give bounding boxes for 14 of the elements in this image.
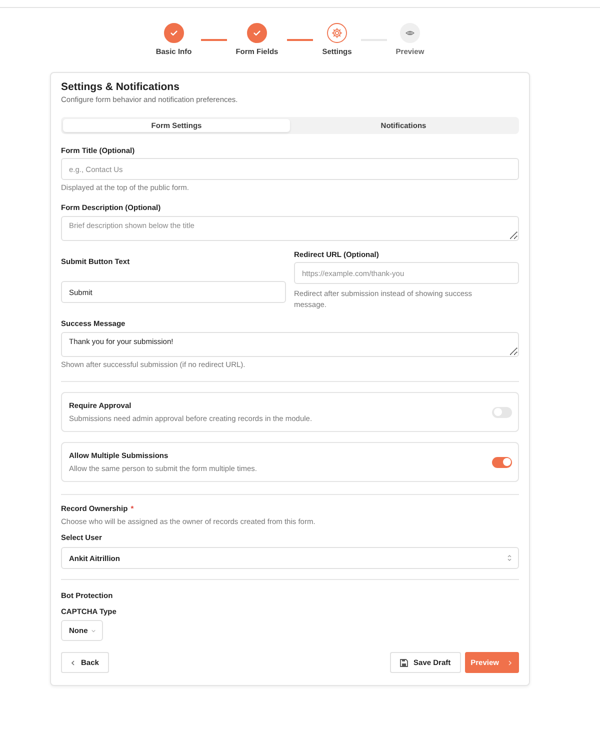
save-icon	[400, 658, 408, 666]
gear-icon[interactable]	[327, 23, 347, 43]
chevron-down-icon	[91, 628, 96, 632]
toggle-switch[interactable]	[492, 456, 512, 468]
card-title: Settings & Notifications	[61, 81, 180, 94]
check-icon[interactable]	[164, 23, 184, 43]
eye-icon[interactable]	[400, 23, 420, 43]
toggle-switch[interactable]	[492, 406, 512, 418]
step-connector	[200, 39, 227, 40]
step-connector	[287, 39, 314, 40]
check-icon[interactable]	[246, 23, 267, 43]
up-down-chevron-icon	[507, 554, 512, 562]
chevron-right-icon	[508, 660, 512, 666]
chevron-left-icon	[71, 660, 75, 666]
